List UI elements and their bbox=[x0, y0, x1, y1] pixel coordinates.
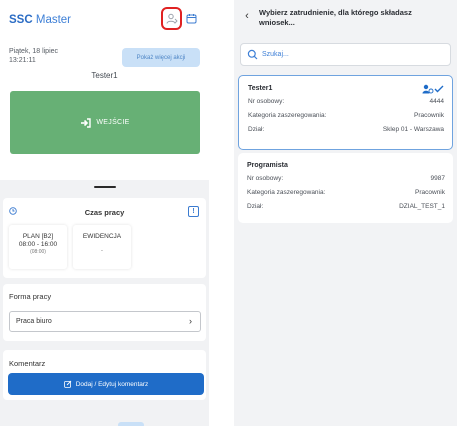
calendar-icon[interactable] bbox=[186, 13, 197, 24]
plan-hours: 08:00 - 16:00 bbox=[18, 241, 58, 248]
search-icon bbox=[247, 49, 258, 60]
drag-handle[interactable] bbox=[94, 186, 116, 188]
row-label: Nr osobowy: bbox=[248, 98, 285, 105]
app-brand: SSC Master bbox=[9, 14, 71, 26]
row-value: DZIAL_TEST_1 bbox=[399, 203, 445, 210]
employment-item[interactable]: Programista Nr osobowy: 9987 Kategoria z… bbox=[238, 153, 453, 223]
comment-title: Komentarz bbox=[9, 359, 46, 368]
plan-card: PLAN [B2] 08:00 - 16:00 (08:00) bbox=[9, 225, 67, 269]
row-value: 9987 bbox=[430, 175, 445, 182]
search-input[interactable]: Szukaj... bbox=[240, 43, 451, 66]
user-switch-icon bbox=[166, 13, 178, 24]
work-time-title: Czas pracy bbox=[84, 208, 125, 217]
bottom-tab-indicator bbox=[118, 422, 144, 426]
info-icon[interactable]: ! bbox=[188, 206, 199, 217]
row-label: Nr osobowy: bbox=[247, 175, 284, 182]
row-label: Dział: bbox=[248, 126, 265, 133]
chevron-right-icon: › bbox=[189, 316, 192, 326]
plan-label: PLAN [B2] bbox=[22, 233, 54, 240]
work-form-value: Praca biuro bbox=[16, 318, 52, 325]
employment-picker-screen: ‹ Wybierz zatrudnienie, dla którego skła… bbox=[234, 0, 457, 426]
employment-row: Nr osobowy: 4444 bbox=[248, 98, 444, 105]
edit-comment-label: Dodaj / Edytuj komentarz bbox=[75, 380, 149, 388]
screenshot-root: SSC Master Piątek, 18 lipiec 13:21:11 Po… bbox=[0, 0, 457, 426]
work-form-title: Forma pracy bbox=[9, 292, 52, 301]
back-arrow-icon[interactable]: ‹ bbox=[241, 10, 253, 22]
more-actions-button[interactable]: Pokaż więcej akcji bbox=[122, 48, 200, 67]
user-check-icon bbox=[422, 84, 444, 94]
employment-name: Tester1 bbox=[248, 85, 273, 92]
picker-title: Wybierz zatrudnienie, dla którego składa… bbox=[259, 8, 412, 27]
work-form-card: Forma pracy Praca biuro › bbox=[3, 284, 206, 341]
employment-name: Programista bbox=[247, 162, 288, 169]
login-icon bbox=[81, 117, 92, 128]
evidence-value: - bbox=[100, 247, 104, 254]
comment-card: Komentarz Dodaj / Edytuj komentarz bbox=[3, 350, 206, 400]
employment-row: Kategoria zaszeregowania: Pracownik bbox=[248, 112, 444, 119]
plan-duration: (08:00) bbox=[30, 249, 46, 255]
evidence-label: EWIDENCJA bbox=[82, 233, 122, 240]
work-form-select[interactable]: Praca biuro › bbox=[9, 311, 201, 332]
row-value: Pracownik bbox=[414, 112, 444, 119]
employment-row: Nr osobowy: 9987 bbox=[247, 175, 445, 182]
user-name: Tester1 bbox=[91, 71, 118, 80]
employment-item[interactable]: Tester1 Nr osobowy: 4444 Kategoria zasze… bbox=[238, 75, 453, 150]
current-date: Piątek, 18 lipiec bbox=[9, 48, 59, 55]
bottom-strip bbox=[0, 416, 209, 426]
row-value: 4444 bbox=[429, 98, 444, 105]
employment-row: Kategoria zaszeregowania: Pracownik bbox=[247, 189, 445, 196]
work-time-card: Czas pracy ! PLAN [B2] 08:00 - 16:00 (08… bbox=[3, 198, 206, 278]
search-placeholder: Szukaj... bbox=[262, 51, 289, 58]
brand-light: Master bbox=[35, 14, 72, 26]
enter-button[interactable]: WEJŚCIE bbox=[10, 91, 200, 154]
row-label: Kategoria zaszeregowania: bbox=[248, 112, 327, 119]
evidence-card: EWIDENCJA - bbox=[73, 225, 131, 269]
home-header: SSC Master Piątek, 18 lipiec 13:21:11 Po… bbox=[0, 0, 209, 180]
row-label: Kategoria zaszeregowania: bbox=[247, 189, 326, 196]
row-label: Dział: bbox=[247, 203, 264, 210]
enter-label: WEJŚCIE bbox=[96, 119, 130, 126]
home-screen: SSC Master Piątek, 18 lipiec 13:21:11 Po… bbox=[0, 0, 209, 426]
employment-row: Dział: Sklep 01 - Warszawa bbox=[248, 126, 444, 133]
row-value: Pracownik bbox=[415, 189, 445, 196]
brand-bold: SSC bbox=[9, 14, 33, 26]
switch-employment-button[interactable] bbox=[161, 7, 182, 30]
edit-comment-button[interactable]: Dodaj / Edytuj komentarz bbox=[8, 373, 204, 395]
employment-row: Dział: DZIAL_TEST_1 bbox=[247, 203, 445, 210]
current-time: 13:21:11 bbox=[9, 57, 36, 64]
row-value: Sklep 01 - Warszawa bbox=[382, 126, 444, 133]
edit-icon bbox=[63, 380, 72, 388]
